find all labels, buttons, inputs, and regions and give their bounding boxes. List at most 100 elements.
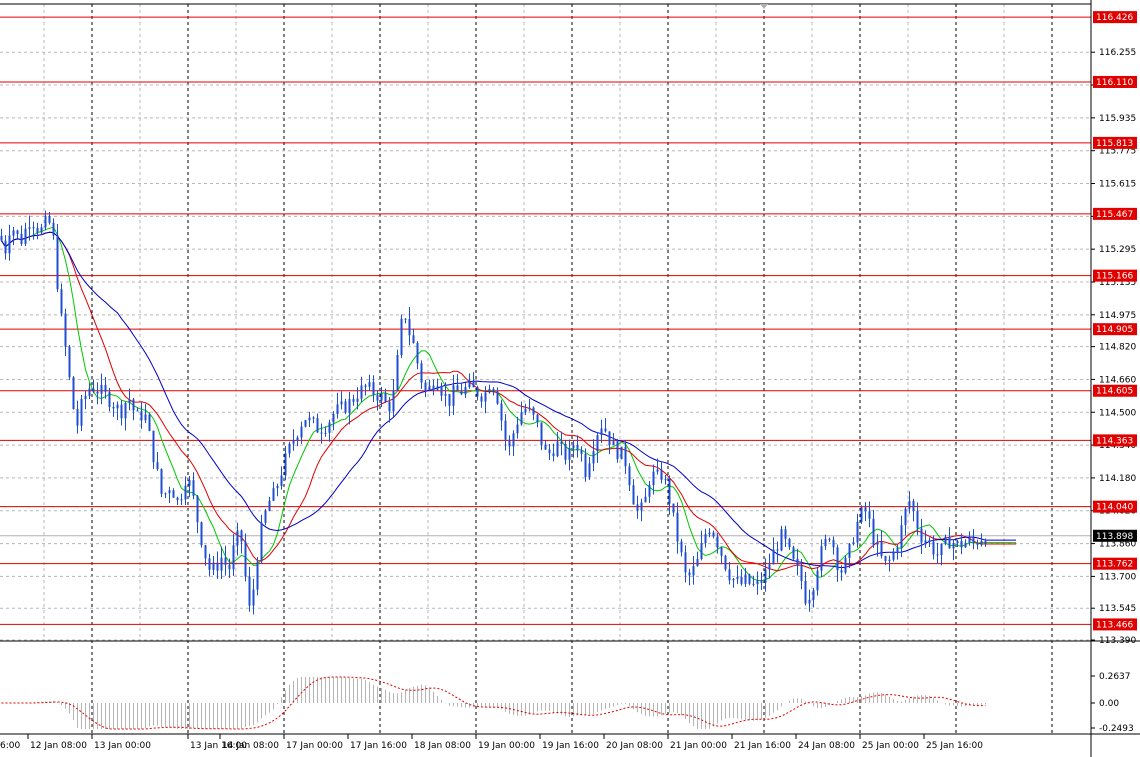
candle-body <box>452 385 455 406</box>
candle-body <box>192 480 195 496</box>
candle-body <box>424 382 427 390</box>
price-tick-label: 115.295 <box>1099 245 1136 255</box>
candle-body <box>800 565 803 581</box>
candle-body <box>356 398 359 402</box>
candle-body <box>644 496 647 503</box>
candle-body <box>364 385 367 387</box>
candle-body <box>744 574 747 584</box>
candle-body <box>340 401 343 405</box>
candle-body <box>240 530 243 542</box>
candle-body <box>0 235 3 241</box>
candle-body <box>840 570 843 573</box>
candle-body <box>892 551 895 560</box>
candle-body <box>72 377 75 409</box>
candle-body <box>408 319 411 336</box>
candle-body <box>436 386 439 390</box>
candle-body <box>692 566 695 576</box>
candle-body <box>832 539 835 548</box>
candle-body <box>448 394 451 406</box>
candle-body <box>740 576 743 584</box>
candle-body <box>792 547 795 559</box>
candle-body <box>204 545 207 559</box>
candle-body <box>864 507 867 512</box>
candle-body <box>384 393 387 402</box>
candle-body <box>888 559 891 561</box>
candle-body <box>32 227 35 229</box>
candle-body <box>896 548 899 552</box>
price-tick-label: 114.660 <box>1099 375 1136 385</box>
level-tag-label: 115.467 <box>1096 210 1133 220</box>
candle-body <box>136 410 139 412</box>
candle-body <box>924 540 927 543</box>
candle-body <box>236 530 239 546</box>
candle-body <box>904 508 907 526</box>
candle-body <box>252 589 255 606</box>
candle-body <box>836 547 839 571</box>
candle-body <box>728 569 731 581</box>
candle-body <box>92 388 95 392</box>
time-tick-label: 18 Jan 08:00 <box>414 741 471 751</box>
candle-body <box>932 541 935 555</box>
level-tag-label: 115.166 <box>1096 272 1133 282</box>
candle-body <box>404 318 407 320</box>
price-chart[interactable]: 116.255116.095115.935115.775115.615115.4… <box>0 0 1140 757</box>
candle-body <box>248 576 251 606</box>
candle-body <box>560 441 563 444</box>
candle-body <box>288 443 291 454</box>
candle-body <box>316 418 319 433</box>
candle-body <box>8 235 11 254</box>
candle-body <box>712 532 715 537</box>
candle-body <box>920 528 923 543</box>
candle-body <box>632 485 635 505</box>
candle-body <box>44 216 47 228</box>
candle-body <box>772 549 775 565</box>
candle-body <box>164 493 167 495</box>
candle-body <box>196 495 199 523</box>
candle-body <box>868 511 871 519</box>
candle-body <box>776 549 779 551</box>
time-tick-label: 19 Jan 16:00 <box>542 741 599 751</box>
level-tag-label: 116.426 <box>1096 13 1133 23</box>
candle-body <box>484 392 487 402</box>
candle-body <box>324 432 327 434</box>
candle-body <box>36 227 39 233</box>
candle-body <box>348 399 351 413</box>
candle-body <box>736 576 739 579</box>
candle-body <box>112 406 115 409</box>
candle-body <box>564 443 567 460</box>
candle-body <box>732 578 735 581</box>
candle-body <box>428 385 431 390</box>
price-tick-label: 113.545 <box>1099 604 1136 614</box>
candle-body <box>296 437 299 441</box>
candle-body <box>984 541 987 544</box>
candle-body <box>184 485 187 500</box>
time-tick-label: 21 Jan 16:00 <box>734 741 791 751</box>
candle-body <box>592 451 595 464</box>
candle-body <box>276 485 279 489</box>
candle-body <box>624 446 627 467</box>
level-tag-label: 114.040 <box>1096 503 1133 513</box>
candle-body <box>76 408 79 426</box>
candle-body <box>764 569 767 583</box>
candle-body <box>696 558 699 567</box>
candle-body <box>640 502 643 511</box>
candle-body <box>344 401 347 413</box>
oscillator-panel <box>1 676 986 730</box>
candle-body <box>272 488 275 501</box>
price-tick-label: 114.180 <box>1099 474 1136 484</box>
candle-body <box>976 542 979 545</box>
candle-body <box>580 450 583 454</box>
candle-body <box>220 557 223 571</box>
candle-body <box>180 499 183 501</box>
candle-body <box>224 557 227 565</box>
candle-body <box>668 479 671 504</box>
candle-body <box>328 422 331 433</box>
candle-body <box>388 401 391 412</box>
candle-body <box>312 417 315 419</box>
price-tick-label: 114.820 <box>1099 343 1136 353</box>
level-tag-label: 114.363 <box>1096 436 1133 446</box>
candle-body <box>412 335 415 344</box>
candle-body <box>48 216 51 223</box>
candle-body <box>16 230 19 234</box>
candle-body <box>956 541 959 544</box>
